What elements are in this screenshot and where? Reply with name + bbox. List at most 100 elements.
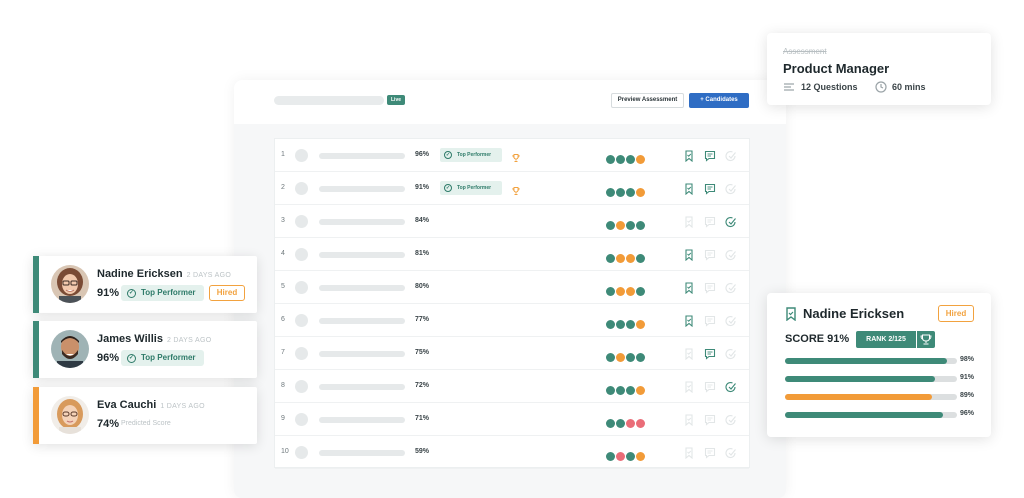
top-performer-badge: ✓ Top Performer — [121, 350, 204, 366]
table-row[interactable]: 3 84% — [275, 205, 749, 238]
score-card[interactable]: Nadine Ericksen Hired SCORE 91% RANK 2/1… — [767, 293, 991, 437]
skill-dot — [606, 386, 615, 395]
candidate-card-james[interactable]: James Willis 2 DAYS AGO 96% ✓ Top Performe… — [33, 321, 257, 378]
bookmark-icon[interactable] — [683, 248, 695, 262]
row-rank: 7 — [281, 349, 285, 356]
skill-dots — [606, 349, 646, 362]
check-icon[interactable] — [725, 149, 737, 162]
check-icon[interactable] — [725, 182, 737, 195]
avatar-placeholder — [295, 413, 308, 426]
skill-dot — [636, 452, 645, 461]
check-icon[interactable] — [725, 446, 737, 459]
skill-dot — [636, 419, 645, 428]
check-icon[interactable] — [725, 248, 737, 261]
table-row[interactable]: 8 72% — [275, 370, 749, 403]
row-rank: 5 — [281, 283, 285, 290]
bookmark-icon[interactable] — [683, 149, 695, 163]
avatar-placeholder — [295, 149, 308, 162]
candidate-card-eva[interactable]: Eva Cauchi 1 DAYS AGO 74% Predicted Score — [33, 387, 257, 444]
skill-dot — [626, 452, 635, 461]
comment-icon[interactable] — [704, 149, 716, 162]
table-row[interactable]: 4 81% — [275, 238, 749, 271]
candidate-time: 2 DAYS AGO — [186, 272, 232, 279]
assessment-title: Product Manager — [783, 61, 890, 76]
table-row[interactable]: 7 75% — [275, 337, 749, 370]
comment-icon[interactable] — [704, 314, 716, 327]
avatar-photo-eva — [51, 396, 89, 434]
trophy-icon — [920, 334, 932, 345]
preview-assessment-button[interactable]: Preview Assessment — [611, 93, 684, 108]
avatar-placeholder — [295, 281, 308, 294]
top-performer-badge: ✓ Top Performer — [440, 181, 502, 195]
candidate-score: 96% — [97, 352, 120, 364]
candidate-name: Eva Cauchi 1 DAYS AGO — [97, 399, 205, 411]
skill-dot — [616, 419, 625, 428]
skill-dot — [636, 386, 645, 395]
skill-dot — [606, 419, 615, 428]
skill-dot — [606, 254, 615, 263]
avatar — [51, 330, 89, 368]
bookmark-icon[interactable] — [683, 215, 695, 229]
skill-dot — [636, 320, 645, 329]
table-row[interactable]: 5 80% — [275, 271, 749, 304]
skill-dot — [626, 188, 635, 197]
bookmark-icon[interactable] — [683, 182, 695, 196]
row-score: 80% — [415, 283, 430, 290]
comment-icon[interactable] — [704, 446, 716, 459]
skill-dot — [636, 221, 645, 230]
avatar-photo-james — [51, 330, 89, 368]
row-score: 91% — [415, 184, 430, 191]
check-icon[interactable] — [725, 347, 737, 360]
add-candidates-button[interactable]: + Candidates — [689, 93, 749, 108]
skill-dot — [626, 320, 635, 329]
check-icon[interactable] — [725, 215, 737, 228]
comment-icon[interactable] — [704, 281, 716, 294]
comment-icon[interactable] — [704, 413, 716, 426]
table-row[interactable]: 10 59% — [275, 436, 749, 469]
bookmark-icon[interactable] — [683, 446, 695, 460]
comment-icon[interactable] — [704, 215, 716, 228]
table-row[interactable]: 1 96% ✓ Top Performer — [275, 139, 749, 172]
skill-dot — [606, 353, 615, 362]
check-icon[interactable] — [725, 413, 737, 426]
skill-dot — [606, 188, 615, 197]
skill-dot — [616, 254, 625, 263]
row-score: 77% — [415, 316, 430, 323]
candidate-name: Nadine Ericksen 2 DAYS AGO — [97, 268, 232, 280]
check-icon[interactable] — [725, 281, 737, 294]
hired-badge: Hired — [938, 305, 974, 322]
check-icon[interactable] — [725, 380, 737, 393]
skill-dot — [626, 419, 635, 428]
skill-dot — [616, 320, 625, 329]
bookmark-icon[interactable] — [683, 380, 695, 394]
table-row[interactable]: 9 71% — [275, 403, 749, 436]
comment-icon[interactable] — [704, 248, 716, 261]
name-placeholder — [319, 450, 405, 456]
assessment-card[interactable]: Assessment Product Manager 12 Questions … — [767, 33, 991, 105]
hired-badge: Hired — [209, 285, 245, 301]
comment-icon[interactable] — [704, 182, 716, 195]
bookmark-icon[interactable] — [683, 281, 695, 295]
bookmark-icon — [786, 307, 796, 321]
assessment-meta: 12 Questions 60 mins — [783, 81, 926, 93]
skill-dot — [626, 221, 635, 230]
avatar-placeholder — [295, 380, 308, 393]
bookmark-icon[interactable] — [683, 413, 695, 427]
skill-dot — [606, 287, 615, 296]
table-row[interactable]: 6 77% — [275, 304, 749, 337]
avatar-placeholder — [295, 347, 308, 360]
bookmark-icon[interactable] — [683, 314, 695, 328]
candidate-card-nadine[interactable]: Nadine Ericksen 2 DAYS AGO 91% ✓ Top Perfo… — [33, 256, 257, 313]
score-bar-track — [785, 394, 957, 400]
comment-icon[interactable] — [704, 347, 716, 360]
name-placeholder — [319, 417, 405, 423]
table-row[interactable]: 2 91% ✓ Top Performer — [275, 172, 749, 205]
bookmark-icon[interactable] — [683, 347, 695, 361]
avatar — [51, 396, 89, 434]
candidate-time: 1 DAYS AGO — [160, 403, 205, 410]
row-rank: 10 — [281, 448, 289, 455]
row-score: 72% — [415, 382, 430, 389]
comment-icon[interactable] — [704, 380, 716, 393]
rank-badge: RANK 2/125 — [856, 331, 916, 348]
check-icon[interactable] — [725, 314, 737, 327]
